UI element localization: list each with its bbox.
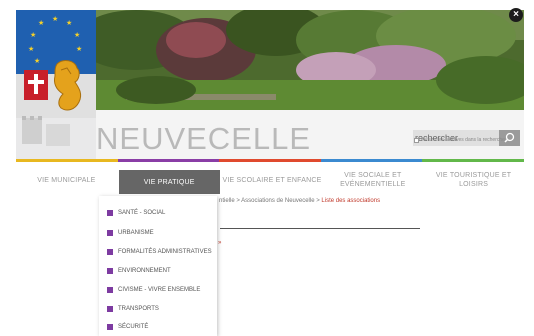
star-icon: ★ xyxy=(28,46,35,53)
accent-green xyxy=(422,159,524,162)
menu-item-label: Environnement xyxy=(118,268,171,274)
savoy-cross-shield-icon xyxy=(24,70,48,100)
nav-item-vie-municipale[interactable]: Vie Municipale xyxy=(16,164,117,196)
nav-item-vie-scolaire[interactable]: Vie scolaire et enfance xyxy=(222,164,323,196)
breadcrumb-current: Liste des associations xyxy=(321,198,381,204)
red-marker: » xyxy=(218,240,222,246)
accent-purple xyxy=(117,159,220,162)
page: ★ ★ ★ ★ ★ ★ ★ ★ NEUVECELLE rechercher In… xyxy=(0,0,534,336)
star-icon: ★ xyxy=(66,20,73,27)
vie-pratique-dropdown-menu: Santé - Social Urbanisme Formalités admi… xyxy=(99,196,217,336)
star-icon: ★ xyxy=(76,46,83,53)
color-accent-bar xyxy=(16,159,524,162)
site-header: ★ ★ ★ ★ ★ ★ ★ ★ NEUVECELLE rechercher In… xyxy=(16,10,524,160)
archive-option: Inclure les archives dans la recherche xyxy=(414,137,505,143)
garden-banner-photo xyxy=(96,10,524,110)
menu-item-urbanisme[interactable]: Urbanisme xyxy=(107,230,154,236)
accent-blue xyxy=(320,159,423,162)
bullet-square-icon xyxy=(107,324,113,330)
lion-icon xyxy=(54,60,82,111)
divider xyxy=(220,228,420,229)
town-crest-logo[interactable]: ★ ★ ★ ★ ★ ★ ★ ★ xyxy=(16,10,96,160)
accent-yellow xyxy=(16,159,118,162)
star-icon: ★ xyxy=(74,32,81,39)
breadcrumb: ntielle > Associations de Neuvecelle > L… xyxy=(219,198,380,204)
bullet-square-icon xyxy=(107,268,113,274)
menu-item-label: Formalités administratives xyxy=(118,249,212,255)
nav-item-vie-sociale[interactable]: Vie sociale et Evénementielle xyxy=(322,164,423,196)
menu-item-formalites-administratives[interactable]: Formalités administratives xyxy=(107,249,212,255)
main-nav: Vie Municipale Vie Pratique Vie scolaire… xyxy=(16,164,524,196)
menu-item-transports[interactable]: Transports xyxy=(107,306,159,312)
star-icon: ★ xyxy=(34,58,41,65)
accent-red xyxy=(219,159,321,162)
star-icon: ★ xyxy=(30,32,37,39)
star-icon: ★ xyxy=(52,16,59,23)
bullet-square-icon xyxy=(107,249,113,255)
menu-item-environnement[interactable]: Environnement xyxy=(107,268,171,274)
menu-item-securite[interactable]: Sécurité xyxy=(107,324,148,330)
archive-label: Inclure les archives dans la recherche xyxy=(421,137,505,143)
close-icon[interactable]: × xyxy=(509,8,523,22)
breadcrumb-path[interactable]: ntielle > Associations de Neuvecelle > xyxy=(219,198,321,204)
bullet-square-icon xyxy=(107,287,113,293)
star-icon: ★ xyxy=(38,20,45,27)
menu-item-label: Santé - Social xyxy=(118,210,166,216)
menu-item-sante-social[interactable]: Santé - Social xyxy=(107,210,165,216)
nav-item-vie-touristique[interactable]: Vie touristique et Loisirs xyxy=(423,164,524,196)
menu-item-label: Sécurité xyxy=(118,324,149,330)
nav-item-vie-pratique[interactable]: Vie Pratique xyxy=(118,170,220,194)
site-title[interactable]: NEUVECELLE xyxy=(96,122,311,156)
bullet-square-icon xyxy=(107,306,113,312)
menu-item-label: Civisme - Vivre ensemble xyxy=(118,287,201,293)
bullet-square-icon xyxy=(107,230,113,236)
bullet-square-icon xyxy=(107,210,113,216)
archive-checkbox[interactable] xyxy=(414,137,419,143)
menu-item-label: Urbanisme xyxy=(118,230,154,236)
castle-emblem-icon xyxy=(22,116,70,146)
menu-item-civisme[interactable]: Civisme - Vivre ensemble xyxy=(107,287,200,293)
menu-item-label: Transports xyxy=(118,306,159,312)
